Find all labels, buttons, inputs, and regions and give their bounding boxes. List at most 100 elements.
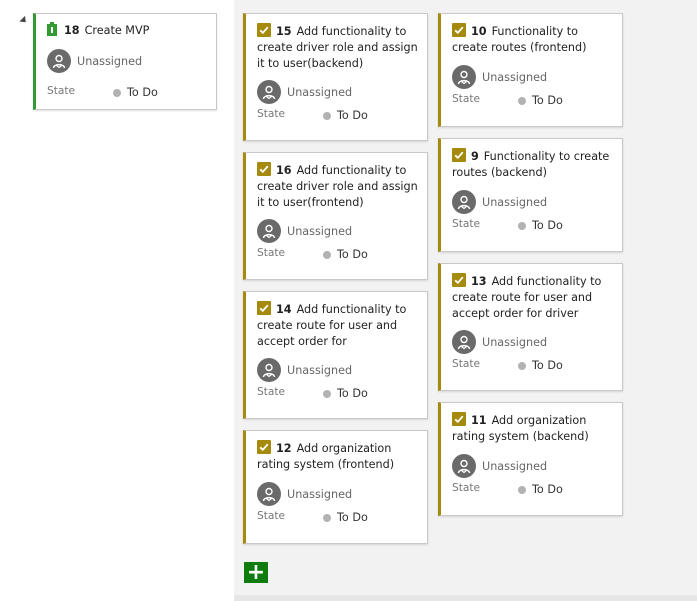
- assignee-name: Unassigned: [482, 195, 548, 209]
- task-check-icon: [452, 412, 466, 426]
- state-text: To Do: [532, 359, 563, 372]
- state-label: State: [452, 482, 481, 494]
- assignee-name: Unassigned: [287, 363, 353, 377]
- state-dot-icon: [323, 111, 331, 120]
- task-id: 11: [471, 414, 487, 427]
- task-id: 16: [276, 164, 292, 177]
- unassigned-avatar-icon: [452, 454, 476, 478]
- state-dot-icon: [323, 250, 331, 259]
- state-value[interactable]: To Do: [518, 483, 563, 496]
- state-text: To Do: [532, 483, 563, 496]
- task-assignee[interactable]: Unassigned: [452, 190, 547, 214]
- state-label: State: [47, 85, 76, 97]
- add-task-button[interactable]: +: [244, 561, 268, 583]
- state-text: To Do: [337, 387, 368, 400]
- parent-card[interactable]: 18 Create MVP Unassigned State To Do: [33, 13, 217, 110]
- task-id: 13: [471, 275, 487, 288]
- state-value[interactable]: To Do: [323, 387, 368, 400]
- state-label: State: [257, 510, 286, 522]
- task-id: 15: [276, 25, 292, 38]
- task-assignee[interactable]: Unassigned: [257, 358, 352, 382]
- task-title-row: 13 Add functionality to create route for …: [452, 273, 614, 322]
- state-text: To Do: [532, 219, 563, 232]
- unassigned-avatar-icon: [452, 330, 476, 354]
- collapse-arrow-icon[interactable]: [19, 15, 29, 26]
- state-value[interactable]: To Do: [518, 359, 563, 372]
- task-title-row: 10 Functionality to create routes (fronte…: [452, 23, 614, 56]
- task-assignee[interactable]: Unassigned: [257, 219, 352, 243]
- state-value[interactable]: To Do: [518, 219, 563, 232]
- task-check-icon: [257, 301, 271, 315]
- state-dot-icon: [518, 96, 526, 105]
- task-check-icon: [257, 440, 271, 454]
- task-card[interactable]: 16 Add functionality to create driver rol…: [243, 152, 428, 280]
- unassigned-avatar-icon: [257, 80, 281, 104]
- task-id: 10: [471, 25, 487, 38]
- state-value[interactable]: To Do: [323, 511, 368, 524]
- task-title-row: 15 Add functionality to create driver rol…: [257, 23, 419, 72]
- state-text: To Do: [337, 511, 368, 524]
- parent-assignee[interactable]: Unassigned: [47, 49, 142, 73]
- state-value[interactable]: To Do: [113, 86, 158, 99]
- state-label: State: [452, 93, 481, 105]
- task-id: 12: [276, 442, 292, 455]
- task-assignee[interactable]: Unassigned: [257, 80, 352, 104]
- task-check-icon: [452, 23, 466, 37]
- task-card[interactable]: 15 Add functionality to create driver rol…: [243, 13, 428, 141]
- state-dot-icon: [518, 221, 526, 230]
- unassigned-avatar-icon: [257, 482, 281, 506]
- state-value[interactable]: To Do: [323, 248, 368, 261]
- parent-title[interactable]: Create MVP: [85, 24, 150, 37]
- state-dot-icon: [518, 485, 526, 494]
- task-check-icon: [257, 23, 271, 37]
- task-card[interactable]: 9 Functionality to create routes (backend…: [438, 138, 623, 252]
- assignee-name: Unassigned: [482, 335, 548, 349]
- state-label: State: [257, 247, 286, 259]
- assignee-name: Unassigned: [482, 459, 548, 473]
- task-check-icon: [452, 148, 466, 162]
- assignee-name: Unassigned: [482, 70, 548, 84]
- state-label: State: [452, 218, 481, 230]
- state-text: To Do: [127, 86, 158, 99]
- trophy-icon: [47, 22, 57, 36]
- state-label: State: [452, 358, 481, 370]
- task-assignee[interactable]: Unassigned: [452, 65, 547, 89]
- parent-title-row: 18 Create MVP: [47, 22, 208, 39]
- task-card[interactable]: 10 Functionality to create routes (fronte…: [438, 13, 623, 127]
- task-assignee[interactable]: Unassigned: [452, 454, 547, 478]
- state-label: State: [257, 108, 286, 120]
- task-title-row: 14 Add functionality to create route for …: [257, 301, 419, 350]
- board-bottom-strip: [234, 595, 697, 601]
- task-card[interactable]: 14 Add functionality to create route for …: [243, 291, 428, 419]
- state-value[interactable]: To Do: [323, 109, 368, 122]
- task-title-row: 11 Add organization rating system (backen…: [452, 412, 614, 445]
- task-id: 14: [276, 303, 292, 316]
- state-dot-icon: [323, 389, 331, 398]
- state-value[interactable]: To Do: [518, 94, 563, 107]
- task-check-icon: [257, 162, 271, 176]
- assignee-name: Unassigned: [77, 54, 143, 68]
- state-text: To Do: [532, 94, 563, 107]
- task-assignee[interactable]: Unassigned: [257, 482, 352, 506]
- unassigned-avatar-icon: [452, 190, 476, 214]
- task-title-row: 9 Functionality to create routes (backend…: [452, 148, 614, 181]
- state-label: State: [257, 386, 286, 398]
- task-id: 9: [471, 150, 479, 163]
- assignee-name: Unassigned: [287, 487, 353, 501]
- unassigned-avatar-icon: [452, 65, 476, 89]
- state-text: To Do: [337, 248, 368, 261]
- task-check-icon: [452, 273, 466, 287]
- state-dot-icon: [113, 88, 121, 97]
- state-text: To Do: [337, 109, 368, 122]
- task-card[interactable]: 12 Add organization rating system (fronte…: [243, 430, 428, 544]
- task-card[interactable]: 13 Add functionality to create route for …: [438, 263, 623, 391]
- assignee-name: Unassigned: [287, 85, 353, 99]
- parent-id: 18: [64, 24, 80, 37]
- state-dot-icon: [518, 361, 526, 370]
- assignee-name: Unassigned: [287, 224, 353, 238]
- state-dot-icon: [323, 513, 331, 522]
- task-title-row: 12 Add organization rating system (fronte…: [257, 440, 419, 473]
- unassigned-avatar-icon: [47, 49, 71, 73]
- task-assignee[interactable]: Unassigned: [452, 330, 547, 354]
- task-card[interactable]: 11 Add organization rating system (backen…: [438, 402, 623, 516]
